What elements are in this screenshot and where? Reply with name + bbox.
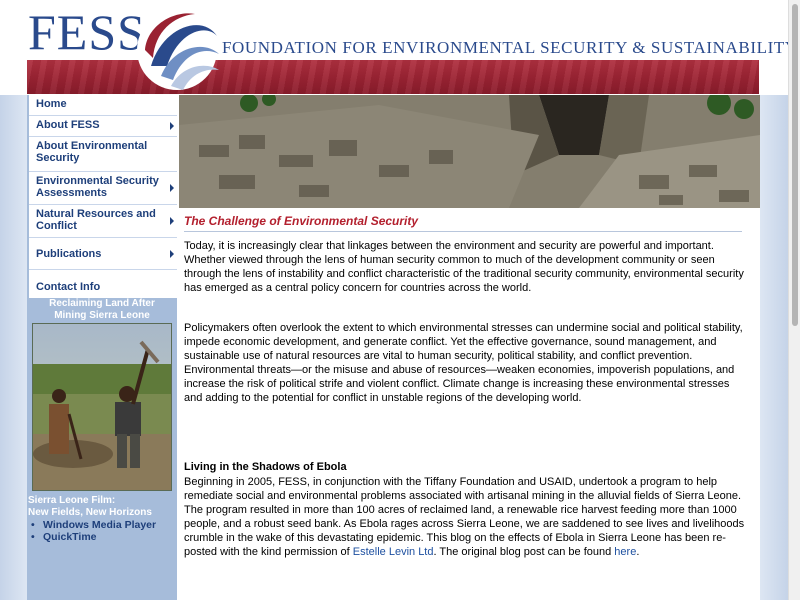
nav-item-home[interactable]: Home: [29, 95, 177, 116]
nav-item-about-fess[interactable]: About FESS: [29, 116, 177, 137]
nav-item-label: About Environmental Security: [36, 140, 148, 164]
estelle-levin-link[interactable]: Estelle Levin Ltd: [353, 546, 434, 558]
submenu-arrow-icon: [170, 184, 174, 192]
promo-title-line: Mining Sierra Leone: [54, 310, 150, 321]
film-title: Sierra Leone Film: New Fields, New Horiz…: [28, 495, 176, 519]
film-title-line: Sierra Leone Film:: [28, 495, 116, 506]
nav-item-environmental-security-assessments[interactable]: Environmental Security Assessments: [29, 172, 177, 205]
miners-photo-image: [33, 324, 171, 490]
film-link-quicktime[interactable]: QuickTime: [31, 531, 156, 543]
film-title-line: New Fields, New Horizons: [28, 507, 152, 518]
nav-item-label: Environmental Security Assessments: [36, 175, 159, 199]
section-title: The Challenge of Environmental Security: [184, 214, 419, 228]
paragraph-intro: Today, it is increasingly clear that lin…: [184, 240, 744, 294]
nav-item-about-environmental-security[interactable]: About Environmental Security: [29, 137, 177, 172]
sidebar: Home About FESS About Environmental Secu…: [27, 95, 177, 600]
stone-wall-image: [179, 95, 760, 208]
promo-title[interactable]: Reclaiming Land After Mining Sierra Leon…: [29, 298, 175, 322]
paragraph-policymakers: Policymakers often overlook the extent t…: [184, 322, 743, 404]
fess-logo[interactable]: FESS: [28, 4, 146, 60]
submenu-arrow-icon: [170, 122, 174, 130]
main-content: The Challenge of Environmental Security …: [179, 208, 760, 600]
promo-title-line: Reclaiming Land After: [49, 298, 155, 309]
submenu-arrow-icon: [170, 249, 174, 258]
submenu-arrow-icon: [170, 217, 174, 225]
page-right-border: [760, 95, 788, 600]
nav-item-label: Home: [36, 98, 67, 110]
nav-item-label: Natural Resources and Conflict: [36, 208, 156, 232]
film-links: Windows Media Player QuickTime: [29, 519, 156, 543]
vertical-scrollbar[interactable]: [788, 0, 800, 600]
divider: [184, 231, 742, 232]
site-header: FESS FOUNDATION FOR ENVIRONMENTAL SECURI…: [0, 0, 797, 95]
main-nav: Home About FESS About Environmental Secu…: [29, 95, 177, 298]
hero-image-stone-wall: [179, 95, 760, 208]
nav-item-publications[interactable]: Publications: [29, 238, 177, 270]
nav-item-label: About FESS: [36, 119, 100, 131]
original-post-link[interactable]: here: [614, 546, 636, 558]
nav-item-label: Publications: [36, 248, 102, 260]
globe-swoosh-icon: [137, 10, 219, 90]
nav-item-natural-resources-and-conflict[interactable]: Natural Resources and Conflict: [29, 205, 177, 238]
page-left-border: [0, 95, 27, 600]
paragraph-text: . The original blog post can be found: [433, 546, 615, 558]
site-tagline: FOUNDATION FOR ENVIRONMENTAL SECURITY & …: [222, 38, 798, 57]
ebola-heading: Living in the Shadows of Ebola: [184, 461, 347, 473]
paragraph-text: .: [636, 546, 640, 558]
paragraph-ebola: Beginning in 2005, FESS, in conjunction …: [184, 475, 749, 559]
scrollbar-thumb[interactable]: [792, 4, 798, 326]
promo-photo-miners[interactable]: [32, 323, 172, 491]
nav-item-contact-info[interactable]: Contact Info: [29, 270, 177, 298]
film-link-windows-media-player[interactable]: Windows Media Player: [31, 519, 156, 531]
nav-item-label: Contact Info: [36, 281, 101, 293]
